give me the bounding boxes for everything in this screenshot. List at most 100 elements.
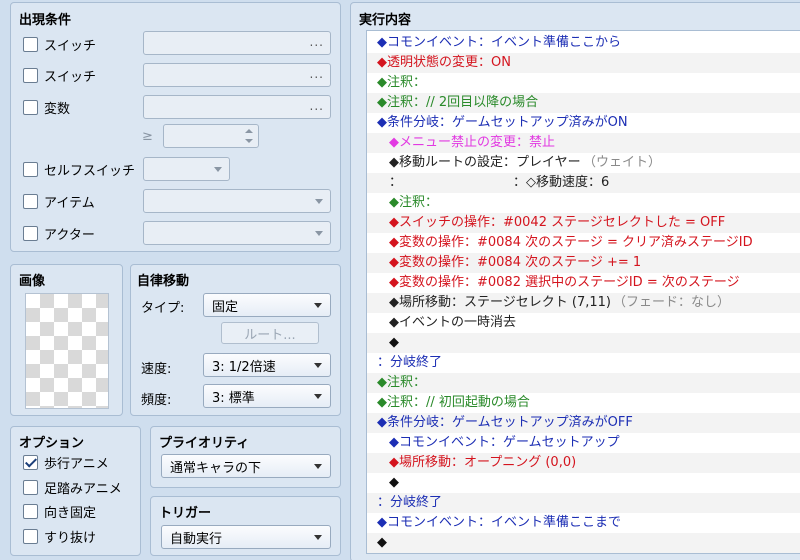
trigger-dropdown[interactable]: 自動実行 — [161, 525, 331, 549]
through-label: すり抜け — [44, 530, 97, 546]
through-checkbox[interactable] — [23, 528, 38, 544]
command-text: ◆移動ルートの設定：プレイヤー — [389, 155, 581, 170]
command-row[interactable]: ： ：◇移動速度：6 — [367, 173, 800, 193]
command-text: ◆ — [389, 335, 399, 350]
command-suffix: （ウェイト） — [583, 155, 662, 170]
autonomous-title: 自律移動 — [137, 274, 190, 289]
stepping-anim-checkbox-row[interactable]: 足踏みアニメ — [23, 477, 122, 497]
chevron-down-icon — [314, 363, 322, 368]
command-text: ：分岐終了 — [377, 495, 443, 510]
command-row[interactable]: ◆場所移動：オープニング (0,0) — [367, 453, 800, 473]
command-row[interactable]: ：分岐終了 — [367, 353, 800, 373]
type-dropdown[interactable]: 固定 — [203, 293, 331, 317]
command-row[interactable]: ◆移動ルートの設定：プレイヤー （ウェイト） — [367, 153, 800, 173]
command-row[interactable]: ◆注釈：// 2回目以降の場合 — [367, 93, 800, 113]
variable-checkbox[interactable] — [23, 99, 38, 115]
switch2-field[interactable]: ... — [143, 63, 331, 87]
command-row[interactable]: ◆場所移動：ステージセレクト (7,11) （フェード：なし） — [367, 293, 800, 313]
exec-command-list[interactable]: ◆コモンイベント：イベント準備ここから ◆透明状態の変更：ON ◆注釈： ◆注釈：//… — [366, 30, 800, 554]
command-suffix: （フェード：なし） — [613, 295, 731, 310]
command-row[interactable]: ◆変数の操作：#0084 次のステージ = クリア済みステージID — [367, 233, 800, 253]
variable-field[interactable]: ... — [143, 95, 331, 119]
variable-number-input[interactable] — [163, 124, 259, 148]
priority-dropdown[interactable]: 通常キャラの下 — [161, 454, 331, 478]
item-checkbox[interactable] — [23, 193, 38, 209]
command-text: ◆変数の操作：#0082 選択中のステージID = 次のステージ — [389, 275, 740, 290]
command-row[interactable]: ◆透明状態の変更：ON — [367, 53, 800, 73]
command-text: ◆条件分岐：ゲームセットアップ済みがOFF — [377, 415, 633, 430]
conditions-title: 出現条件 — [19, 13, 72, 28]
actor-dropdown[interactable] — [143, 221, 331, 245]
item-dropdown[interactable] — [143, 189, 331, 213]
command-row[interactable]: ◆ — [367, 473, 800, 493]
actor-checkbox-row[interactable]: アクター — [23, 223, 95, 243]
command-row[interactable]: ◆注釈： — [367, 373, 800, 393]
command-row[interactable]: ◆イベントの一時消去 — [367, 313, 800, 333]
conditions-panel: 出現条件 スイッチ ... スイッチ ... 変数 ... ≥ セルフスイッチ … — [10, 2, 341, 252]
command-text: ：分岐終了 — [377, 355, 443, 370]
command-row[interactable]: ◆ — [367, 533, 800, 553]
speed-dropdown[interactable]: 3: 1/2倍速 — [203, 353, 331, 377]
switch1-field[interactable]: ... — [143, 31, 331, 55]
trigger-title: トリガー — [159, 506, 212, 521]
self-switch-dropdown[interactable] — [143, 157, 230, 181]
chevron-down-icon — [314, 303, 322, 308]
frequency-label: 頻度: — [141, 393, 172, 408]
chevron-down-icon — [315, 199, 323, 204]
through-checkbox-row[interactable]: すり抜け — [23, 526, 96, 546]
command-row[interactable]: ◆コモンイベント：イベント準備ここから — [367, 33, 800, 53]
command-text: ◆透明状態の変更：ON — [377, 55, 511, 70]
self-switch-checkbox-row[interactable]: セルフスイッチ — [23, 159, 135, 179]
walking-anim-checkbox[interactable] — [23, 454, 38, 470]
command-row[interactable]: ：分岐終了 — [367, 493, 800, 513]
trigger-panel: トリガー 自動実行 — [150, 496, 341, 556]
switch1-checkbox-row[interactable]: スイッチ — [23, 34, 96, 54]
walking-anim-label: 歩行アニメ — [44, 456, 109, 472]
command-row[interactable]: ◆コモンイベント：イベント準備ここまで — [367, 513, 800, 533]
switch1-browse-icon[interactable]: ... — [310, 35, 324, 49]
command-row[interactable]: ◆変数の操作：#0082 選択中のステージID = 次のステージ — [367, 273, 800, 293]
command-row[interactable]: ◆注釈： — [367, 73, 800, 93]
command-row[interactable]: ◆注釈： — [367, 193, 800, 213]
spinner-icon[interactable] — [243, 126, 255, 146]
switch1-checkbox[interactable] — [23, 36, 38, 52]
command-row[interactable]: ◆注釈：// 初回起動の場合 — [367, 393, 800, 413]
command-text: ◆注釈：// 初回起動の場合 — [377, 395, 530, 410]
variable-checkbox-row[interactable]: 変数 — [23, 97, 70, 117]
command-text: ： — [389, 175, 403, 190]
variable-browse-icon[interactable]: ... — [310, 99, 324, 113]
switch2-checkbox[interactable] — [23, 67, 38, 83]
switch2-browse-icon[interactable]: ... — [310, 67, 324, 81]
command-row[interactable]: ◆条件分岐：ゲームセットアップ済みがOFF — [367, 413, 800, 433]
item-checkbox-row[interactable]: アイテム — [23, 191, 95, 211]
switch1-label: スイッチ — [44, 38, 97, 54]
stepping-anim-checkbox[interactable] — [23, 479, 38, 495]
command-text: ◆コモンイベント：ゲームセットアップ — [389, 435, 620, 450]
switch2-checkbox-row[interactable]: スイッチ — [23, 65, 96, 85]
command-text: ◆ — [389, 475, 399, 490]
stepping-anim-label: 足踏みアニメ — [44, 481, 122, 497]
route-button[interactable]: ルート... — [221, 322, 319, 344]
self-switch-label: セルフスイッチ — [44, 163, 136, 179]
direction-fix-checkbox-row[interactable]: 向き固定 — [23, 501, 96, 521]
command-text: ◆場所移動：ステージセレクト (7,11) — [389, 295, 611, 310]
direction-fix-checkbox[interactable] — [23, 503, 38, 519]
walking-anim-checkbox-row[interactable]: 歩行アニメ — [23, 452, 109, 472]
command-text: ◆変数の操作：#0084 次のステージ += 1 — [389, 255, 642, 270]
command-row[interactable]: ◆条件分岐：ゲームセットアップ済みがON — [367, 113, 800, 133]
self-switch-checkbox[interactable] — [23, 161, 38, 177]
actor-checkbox[interactable] — [23, 225, 38, 241]
options-title: オプション — [19, 436, 85, 451]
item-label: アイテム — [44, 195, 95, 211]
command-row[interactable]: ◆コモンイベント：ゲームセットアップ — [367, 433, 800, 453]
autonomous-panel: 自律移動 タイプ: 固定 ルート... 速度: 3: 1/2倍速 頻度: 3: … — [130, 264, 341, 416]
frequency-dropdown[interactable]: 3: 標準 — [203, 384, 331, 408]
command-text: ◆変数の操作：#0084 次のステージ = クリア済みステージID — [389, 235, 753, 250]
command-row[interactable]: ◆変数の操作：#0084 次のステージ += 1 — [367, 253, 800, 273]
command-row[interactable]: ◆メニュー禁止の変更：禁止 — [367, 133, 800, 153]
command-row[interactable]: ◆スイッチの操作：#0042 ステージセレクトした = OFF — [367, 213, 800, 233]
command-row[interactable]: ◆ — [367, 333, 800, 353]
actor-label: アクター — [44, 227, 95, 243]
image-preview[interactable] — [25, 293, 109, 409]
direction-fix-label: 向き固定 — [44, 505, 97, 521]
